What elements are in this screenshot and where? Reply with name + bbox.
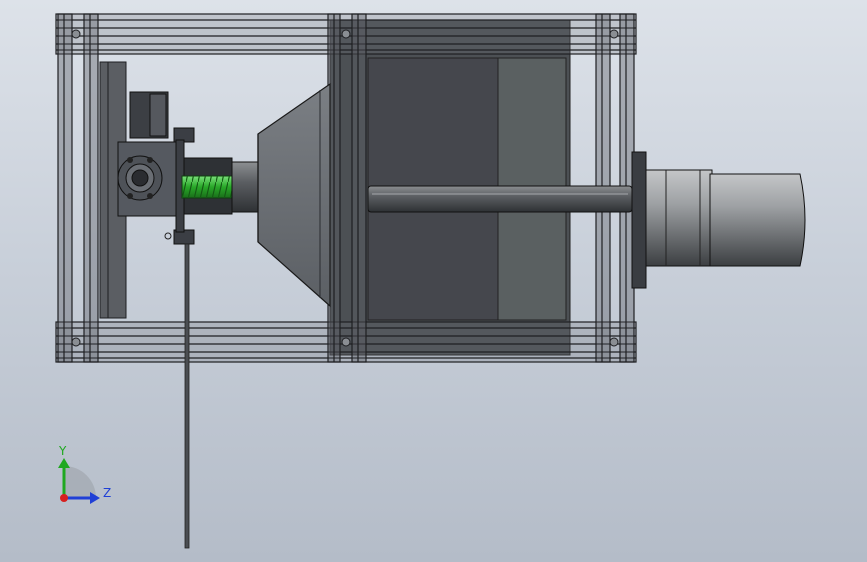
- lead-screw: [181, 175, 233, 199]
- y-axis-label: Y: [58, 444, 67, 458]
- y-axis-arrowhead: [58, 458, 70, 468]
- motor-can: [709, 173, 806, 267]
- z-axis-label: Z: [103, 486, 111, 500]
- cad-viewport[interactable]: Y Z: [0, 0, 867, 562]
- shaft-collar: [231, 161, 261, 213]
- x-axis-dot: [60, 494, 68, 502]
- indicator-rod: [184, 243, 190, 549]
- motor-flange: [631, 151, 647, 289]
- motor-body: [645, 169, 713, 267]
- bearing-housing: [117, 141, 179, 217]
- drive-shaft: [367, 185, 633, 213]
- cone-housing: [257, 82, 331, 308]
- orientation-triad: Y Z: [58, 444, 111, 504]
- assembly-model[interactable]: [55, 13, 806, 549]
- left-posts: [57, 13, 99, 363]
